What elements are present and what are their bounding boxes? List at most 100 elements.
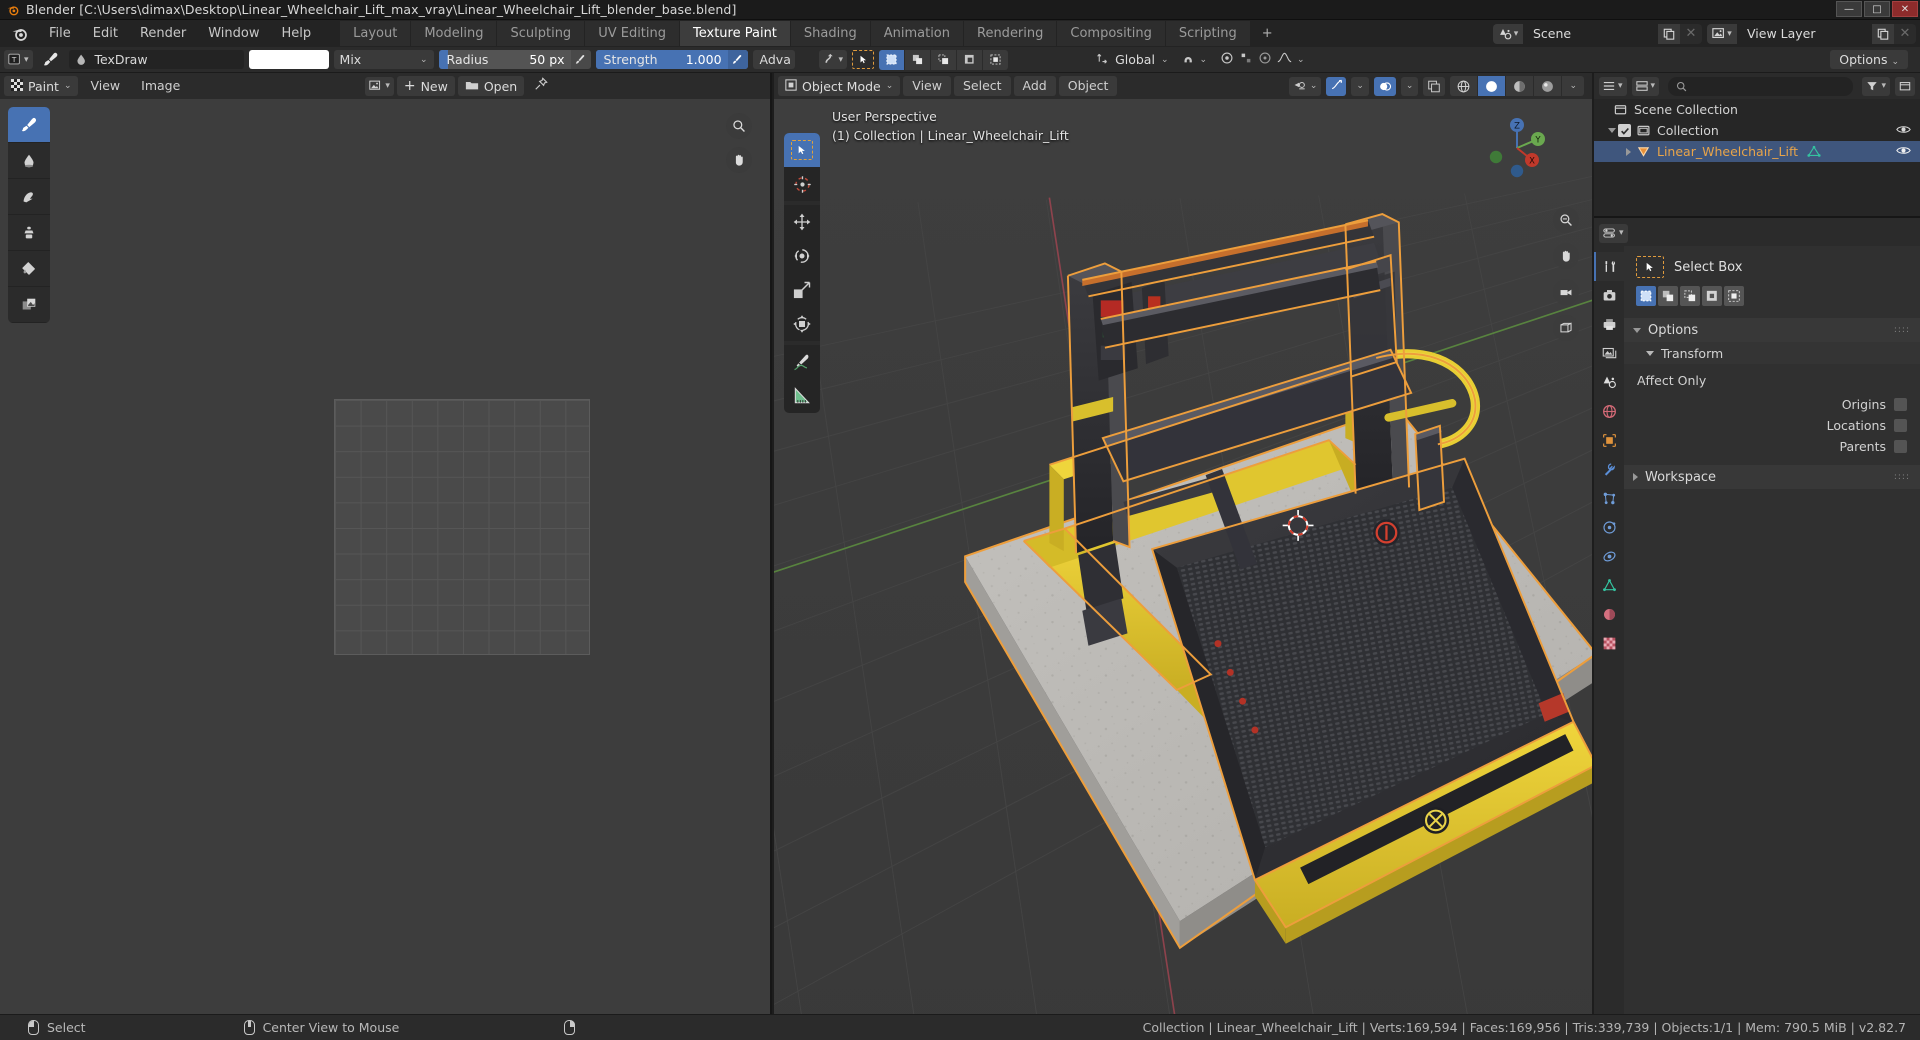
tool-rotate-icon[interactable] bbox=[784, 239, 820, 273]
interaction-mode-dropdown[interactable]: Object Mode ⌄ bbox=[778, 76, 901, 96]
unlink-view-layer-button[interactable]: ✕ bbox=[1894, 23, 1916, 44]
pivot-point-icon[interactable] bbox=[1239, 51, 1253, 69]
affect-origins-checkbox[interactable] bbox=[1894, 398, 1907, 411]
radius-pressure-icon[interactable] bbox=[570, 50, 591, 69]
xray-icon[interactable] bbox=[1423, 76, 1446, 96]
mode-set-new-icon[interactable] bbox=[1636, 286, 1656, 306]
new-scene-button[interactable] bbox=[1658, 23, 1680, 44]
maximize-button[interactable]: □ bbox=[1864, 1, 1890, 17]
affect-locations-checkbox[interactable] bbox=[1894, 419, 1907, 432]
image-menu-image[interactable]: Image bbox=[132, 76, 189, 96]
select-invert-icon[interactable] bbox=[956, 49, 983, 70]
menu-help[interactable]: Help bbox=[271, 23, 323, 44]
tool-clone-icon[interactable] bbox=[8, 215, 50, 251]
viewport-menu-view[interactable]: View bbox=[903, 76, 951, 96]
image-zoom-icon[interactable] bbox=[726, 113, 752, 139]
outliner-row-linear-wheelchair-lift[interactable]: Linear_Wheelchair_Lift bbox=[1594, 141, 1920, 162]
proportional-edit-group[interactable]: ⌄ bbox=[1220, 51, 1305, 69]
tab-sculpting[interactable]: Sculpting bbox=[497, 21, 586, 46]
shading-rendered-icon[interactable] bbox=[1533, 76, 1562, 96]
menu-file[interactable]: File bbox=[38, 23, 82, 44]
properties-tab-physics[interactable] bbox=[1594, 513, 1624, 542]
properties-tab-tool[interactable] bbox=[1594, 252, 1624, 281]
tool-mask-icon[interactable] bbox=[8, 287, 50, 323]
outliner-new-collection-icon[interactable] bbox=[1895, 76, 1915, 96]
tool-smear-icon[interactable] bbox=[8, 179, 50, 215]
tab-uv-editing[interactable]: UV Editing bbox=[585, 21, 681, 46]
tool-annotate-icon[interactable] bbox=[784, 345, 820, 379]
select-intersect-icon[interactable] bbox=[982, 49, 1009, 70]
shading-solid-icon[interactable] bbox=[1477, 76, 1506, 96]
unlink-scene-button[interactable]: ✕ bbox=[1680, 23, 1702, 44]
properties-tab-particles[interactable] bbox=[1594, 484, 1624, 513]
object-types-visibility-icon[interactable]: ⌄ bbox=[1288, 76, 1322, 96]
viewport-ortho-persp-icon[interactable] bbox=[1553, 315, 1579, 341]
viewport-options-button[interactable]: Options ⌄ bbox=[1830, 50, 1908, 69]
outliner-search-input[interactable] bbox=[1668, 76, 1854, 96]
outliner-row-scene-collection[interactable]: Scene Collection bbox=[1594, 99, 1920, 120]
mode-subtract-icon[interactable] bbox=[1680, 286, 1700, 306]
menu-render[interactable]: Render bbox=[129, 23, 197, 44]
transform-orientation-group[interactable]: Global ⌄ bbox=[1096, 51, 1168, 68]
tool-cursor-icon[interactable] bbox=[784, 167, 820, 201]
image-editor-canvas[interactable] bbox=[0, 99, 770, 1014]
brush-selector[interactable]: TexDraw bbox=[68, 50, 244, 69]
properties-tab-object[interactable] bbox=[1594, 426, 1624, 455]
gizmo-dropdown[interactable]: ⌄ bbox=[1351, 76, 1369, 96]
outliner-display-mode-dropdown[interactable]: ▾ bbox=[1631, 76, 1660, 96]
select-box-mode-icon[interactable] bbox=[852, 50, 875, 69]
viewport-snap-group-icon[interactable]: ▾ bbox=[818, 50, 848, 69]
viewport-canvas[interactable]: User Perspective (1) Collection | Linear… bbox=[774, 99, 1592, 1014]
overlays-icon[interactable] bbox=[1373, 76, 1396, 96]
new-image-button[interactable]: + New bbox=[396, 76, 455, 96]
uv-image-grid[interactable] bbox=[334, 399, 590, 655]
viewport-zoom-icon[interactable] bbox=[1553, 207, 1579, 233]
mode-intersect-icon[interactable] bbox=[1724, 286, 1744, 306]
advanced-popover-button[interactable]: Adva bbox=[752, 50, 795, 69]
properties-tab-constraints[interactable] bbox=[1594, 542, 1624, 571]
tool-soften-icon[interactable] bbox=[8, 143, 50, 179]
brush-color-swatch[interactable] bbox=[248, 50, 329, 69]
outliner-row-collection[interactable]: Collection bbox=[1594, 120, 1920, 141]
magnet-icon[interactable] bbox=[1181, 51, 1195, 69]
shading-mode-group[interactable]: ⌄ bbox=[1450, 76, 1584, 96]
tab-modeling[interactable]: Modeling bbox=[411, 21, 498, 46]
mode-extend-icon[interactable] bbox=[1658, 286, 1678, 306]
object-eye-icon[interactable] bbox=[1896, 144, 1911, 159]
pin-icon[interactable] bbox=[534, 77, 548, 95]
proportional-falloff-icon[interactable] bbox=[1258, 51, 1272, 69]
tab-compositing[interactable]: Compositing bbox=[1057, 21, 1166, 46]
strength-pressure-icon[interactable] bbox=[727, 50, 748, 69]
scene-icon[interactable]: ▾ bbox=[1493, 23, 1523, 44]
tab-layout[interactable]: Layout bbox=[340, 21, 412, 46]
affect-row-locations[interactable]: Locations bbox=[1624, 415, 1920, 436]
brush-name[interactable]: TexDraw bbox=[95, 52, 148, 67]
image-editor-mode-dropdown[interactable]: Paint ⌄ bbox=[4, 76, 79, 96]
strength-slider[interactable]: Strength 1.000 bbox=[595, 50, 748, 69]
view-layer-icon[interactable]: ▾ bbox=[1707, 23, 1737, 44]
window-controls[interactable]: — □ ✕ bbox=[1836, 1, 1918, 17]
properties-editor-type-icon[interactable]: ▾ bbox=[1599, 223, 1628, 243]
shading-wireframe-icon[interactable] bbox=[1450, 76, 1478, 96]
new-view-layer-button[interactable] bbox=[1872, 23, 1894, 44]
blender-app-icon[interactable] bbox=[10, 25, 30, 43]
overlays-dropdown[interactable]: ⌄ bbox=[1400, 76, 1419, 96]
collection-visibility-checkbox[interactable] bbox=[1618, 124, 1631, 137]
image-datablock-icon[interactable]: ▾ bbox=[365, 76, 394, 96]
navigation-gizmo[interactable]: Z Y X bbox=[1482, 113, 1552, 183]
properties-tab-render[interactable] bbox=[1594, 281, 1624, 310]
gizmo-icon[interactable] bbox=[1330, 78, 1344, 95]
properties-tab-world[interactable] bbox=[1594, 397, 1624, 426]
properties-tab-view-layer[interactable] bbox=[1594, 339, 1624, 368]
view-layer-selector[interactable]: ▾ View Layer ✕ bbox=[1707, 23, 1916, 44]
affect-parents-checkbox[interactable] bbox=[1894, 440, 1907, 453]
tool-transform-icon[interactable] bbox=[784, 307, 820, 341]
viewport-menu-object[interactable]: Object bbox=[1058, 76, 1118, 96]
tool-scale-icon[interactable] bbox=[784, 273, 820, 307]
select-new-icon[interactable] bbox=[879, 49, 905, 70]
expander-right-icon[interactable] bbox=[1622, 147, 1634, 156]
open-image-button[interactable]: Open bbox=[457, 76, 525, 96]
radius-slider[interactable]: Radius 50 px bbox=[438, 50, 591, 69]
select-extend-icon[interactable] bbox=[904, 49, 931, 70]
expander-down-icon[interactable] bbox=[1606, 128, 1618, 133]
